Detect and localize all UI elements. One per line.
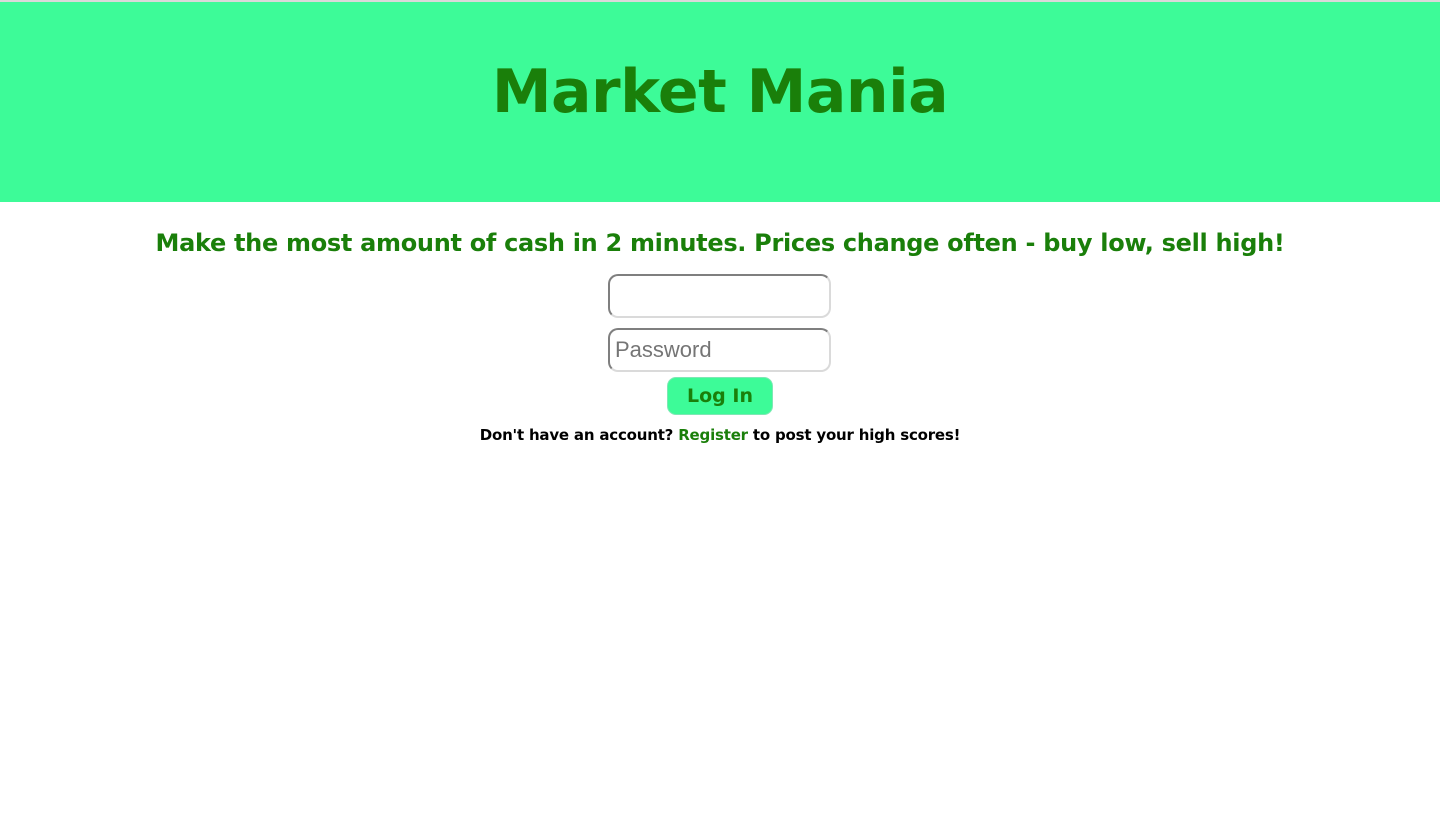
register-link[interactable]: Register <box>678 426 748 444</box>
login-button[interactable]: Log In <box>667 377 773 415</box>
register-prompt: Don't have an account? Register to post … <box>0 425 1440 445</box>
register-prompt-before: Don't have an account? <box>479 426 679 444</box>
site-header: Market Mania <box>0 0 1440 202</box>
password-input[interactable] <box>608 328 831 372</box>
register-prompt-after: to post your high scores! <box>747 426 961 444</box>
site-title: Market Mania <box>491 57 949 127</box>
username-input[interactable] <box>608 274 831 318</box>
game-tagline: Make the most amount of cash in 2 minute… <box>155 229 1285 257</box>
